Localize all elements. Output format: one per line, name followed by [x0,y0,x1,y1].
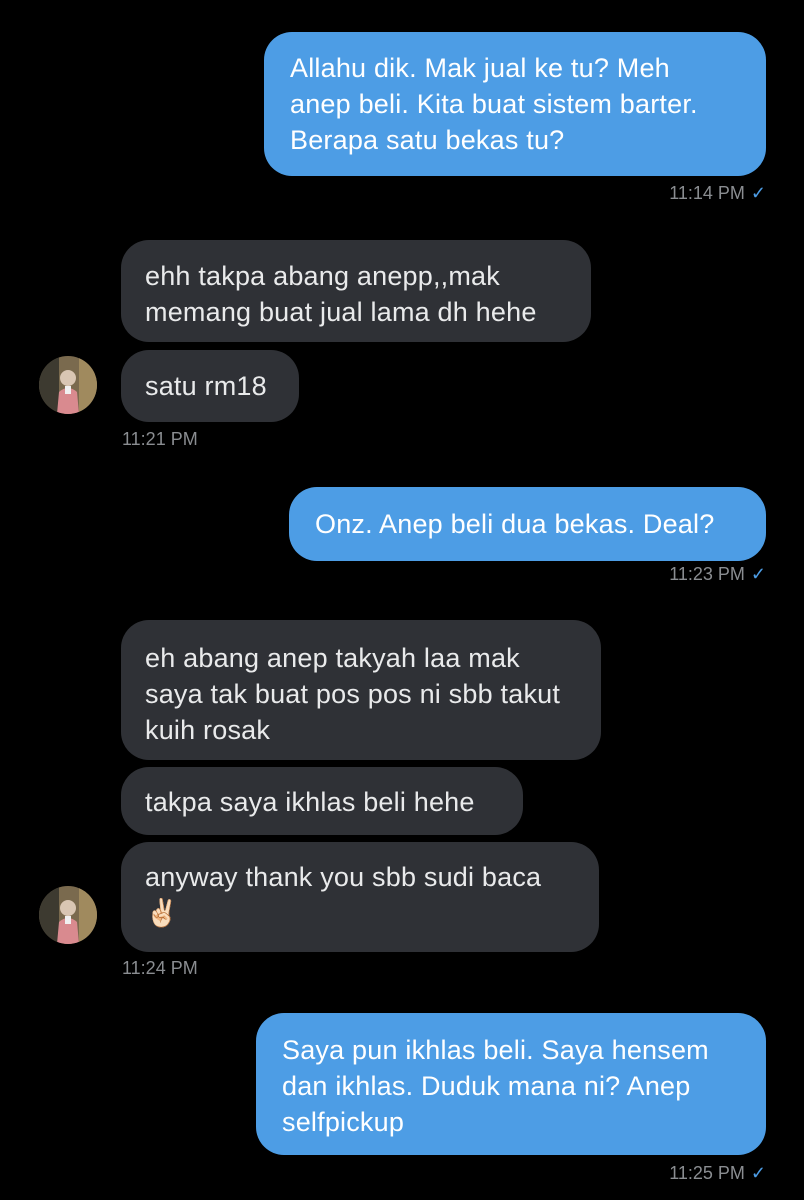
message-timestamp: 11:23 PM ✓ [669,564,766,585]
outgoing-message-bubble[interactable]: Onz. Anep beli dua bekas. Deal? [289,487,766,561]
read-check-icon: ✓ [750,183,766,203]
contact-avatar[interactable] [39,356,97,414]
message-timestamp: 11:14 PM ✓ [669,183,766,204]
timestamp-text: 11:14 PM [669,183,745,203]
read-check-icon: ✓ [750,564,766,584]
outgoing-message-bubble[interactable]: Saya pun ikhlas beli. Saya hensem dan ik… [256,1013,766,1155]
read-check-icon: ✓ [750,1163,766,1183]
message-timestamp: 11:24 PM [122,958,198,978]
message-timestamp: 11:25 PM ✓ [669,1163,766,1184]
incoming-message-bubble[interactable]: satu rm18 [121,350,299,422]
incoming-message-bubble[interactable]: ehh takpa abang anepp,,mak memang buat j… [121,240,591,342]
incoming-message-bubble[interactable]: takpa saya ikhlas beli hehe [121,767,523,835]
avatar-image [39,356,97,414]
timestamp-text: 11:25 PM [669,1163,745,1183]
outgoing-message-bubble[interactable]: Allahu dik. Mak jual ke tu? Meh anep bel… [264,32,766,176]
avatar-image [39,886,97,944]
message-timestamp: 11:21 PM [122,429,198,449]
incoming-message-bubble[interactable]: eh abang anep takyah laa mak saya tak bu… [121,620,601,760]
timestamp-text: 11:23 PM [669,564,745,584]
incoming-message-bubble[interactable]: anyway thank you sbb sudi baca ✌🏻 [121,842,599,952]
contact-avatar[interactable] [39,886,97,944]
